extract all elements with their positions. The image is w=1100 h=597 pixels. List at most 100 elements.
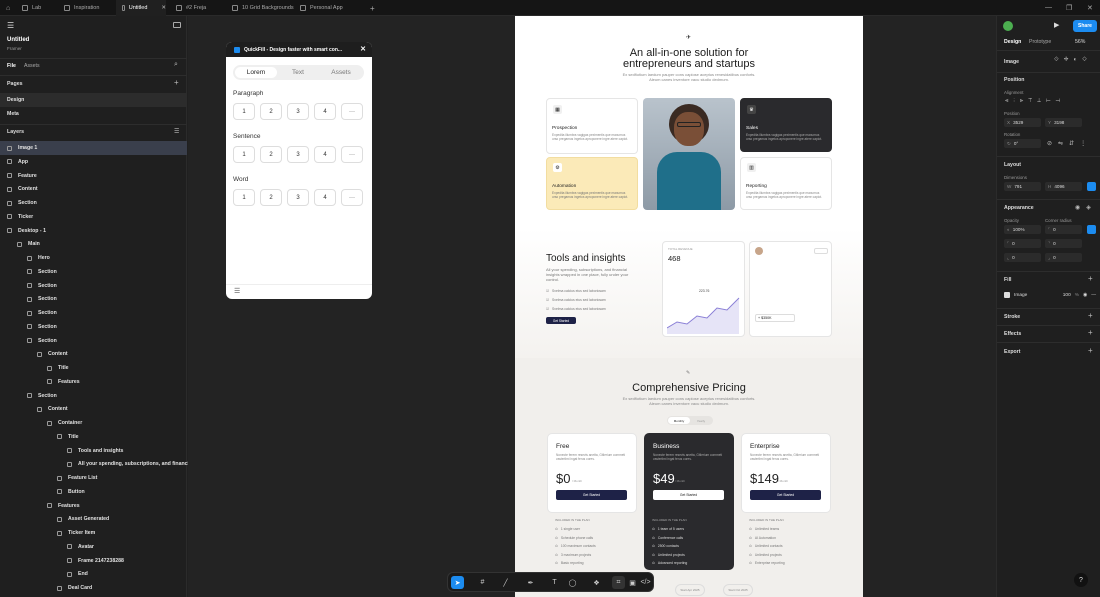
zoom-level[interactable]: 56%: [1075, 39, 1085, 45]
visibility-icons[interactable]: ◉◈: [1075, 204, 1097, 211]
layer-item[interactable]: Feature List: [0, 471, 187, 485]
add-page-icon[interactable]: +: [174, 78, 179, 87]
aspect-lock-icon[interactable]: [1087, 182, 1096, 191]
fill-row[interactable]: Image 100 % ◉ —: [1004, 290, 1096, 300]
fill-option-button[interactable]: 2: [260, 103, 282, 120]
eye-icon[interactable]: ◉: [1083, 293, 1087, 298]
plan-get-started-button[interactable]: Get Started: [750, 490, 821, 500]
fill-option-button[interactable]: 3: [287, 146, 309, 163]
add-fill-icon[interactable]: +: [1088, 274, 1093, 283]
fill-option-button[interactable]: 3: [287, 103, 309, 120]
add-stroke-icon[interactable]: +: [1088, 311, 1093, 320]
comment-tool-icon[interactable]: ◯: [566, 576, 579, 589]
close-tab-icon[interactable]: ✕: [161, 5, 166, 11]
layer-item[interactable]: Hero: [0, 251, 187, 265]
layer-item[interactable]: Button: [0, 485, 187, 499]
layer-item[interactable]: Section: [0, 334, 187, 348]
layer-item[interactable]: Section: [0, 196, 187, 210]
layer-item[interactable]: Content: [0, 347, 187, 361]
close-window-icon[interactable]: ✕: [1087, 4, 1093, 12]
layer-item[interactable]: App: [0, 155, 187, 169]
layers-filter-icon[interactable]: ☰: [174, 128, 179, 135]
tab-untitled[interactable]: Untitled ✕: [116, 0, 166, 16]
text-tool-icon[interactable]: T: [548, 576, 561, 589]
fill-option-button[interactable]: 1: [233, 189, 255, 206]
layer-item[interactable]: All your spending, subscriptions, and fi…: [0, 457, 201, 471]
radius-bottom-left-field[interactable]: ⌞ 0: [1004, 253, 1041, 262]
layer-item[interactable]: Image 1: [0, 141, 187, 155]
opacity-field[interactable]: ◐ 100%: [1004, 225, 1041, 234]
alignment-icons[interactable]: ⫷⫶⫸⊤⊥⊢⊣: [1005, 98, 1065, 105]
tools-get-started-button[interactable]: Get Started: [546, 317, 576, 324]
fill-option-button[interactable]: 4: [314, 103, 336, 120]
sidebar-toggle-icon[interactable]: [173, 22, 181, 28]
layer-item[interactable]: Section: [0, 320, 187, 334]
layer-item[interactable]: Section: [0, 389, 187, 403]
deal-action-button[interactable]: [814, 248, 828, 254]
fill-option-button[interactable]: 2: [260, 146, 282, 163]
segment-assets[interactable]: Assets: [320, 67, 362, 78]
layer-item[interactable]: Features: [0, 499, 187, 513]
layer-item[interactable]: Section: [0, 265, 187, 279]
y-field[interactable]: Y 3198: [1045, 118, 1082, 127]
fill-option-button[interactable]: 1: [233, 146, 255, 163]
remove-fill-icon[interactable]: —: [1091, 293, 1096, 298]
tab-freja[interactable]: #2 Freja: [170, 0, 222, 16]
add-export-icon[interactable]: +: [1088, 346, 1093, 355]
tab-assets[interactable]: Assets: [24, 63, 40, 69]
layer-item[interactable]: Title: [0, 430, 187, 444]
help-button[interactable]: ?: [1074, 573, 1088, 587]
billing-yearly[interactable]: Yearly: [690, 417, 712, 424]
fill-option-button[interactable]: 1: [233, 103, 255, 120]
height-field[interactable]: H 4096: [1045, 182, 1082, 191]
layer-item[interactable]: Tools and insights: [0, 444, 187, 458]
maximize-icon[interactable]: ❐: [1066, 4, 1072, 12]
layer-item[interactable]: Title: [0, 361, 187, 375]
share-button[interactable]: Share: [1073, 20, 1097, 32]
code-tool-icon[interactable]: </>: [639, 576, 652, 589]
home-icon[interactable]: ⌂: [0, 0, 16, 16]
image-tools-icons[interactable]: ⟐✥◐◇: [1054, 57, 1092, 64]
avatar[interactable]: [1003, 21, 1013, 31]
billing-monthly[interactable]: Monthly: [668, 417, 690, 424]
page-item-meta[interactable]: Meta: [0, 107, 187, 121]
fill-option-button[interactable]: ···: [341, 103, 363, 120]
plan-get-started-button[interactable]: Get Started: [653, 490, 724, 500]
layer-item[interactable]: Asset Generated: [0, 512, 187, 526]
tab-lab[interactable]: Lab: [16, 0, 56, 16]
segment-text[interactable]: Text: [277, 67, 319, 78]
tab-inspiration[interactable]: Inspiration: [58, 0, 112, 16]
layer-item[interactable]: End: [0, 567, 187, 581]
layer-item[interactable]: Container: [0, 416, 187, 430]
page-item-design[interactable]: Design: [0, 93, 187, 107]
fill-option-button[interactable]: ···: [341, 146, 363, 163]
new-tab-plus-icon[interactable]: +: [364, 0, 378, 16]
frame-tool-icon[interactable]: #: [476, 576, 489, 589]
layer-item[interactable]: Feature: [0, 169, 187, 183]
radius-top-left-field[interactable]: ⌜ 0: [1004, 239, 1041, 248]
add-effect-icon[interactable]: +: [1088, 328, 1093, 337]
tab-design[interactable]: Design: [1004, 39, 1021, 45]
radius-top-right-field[interactable]: ⌝ 0: [1045, 239, 1082, 248]
rotation-icons[interactable]: ⊘⇋⇵⋮: [1047, 140, 1092, 147]
components-tool-icon[interactable]: ❖: [590, 576, 603, 589]
x-field[interactable]: X 3529: [1004, 118, 1041, 127]
fill-swatch[interactable]: [1004, 292, 1010, 298]
plugin-menu-icon[interactable]: ☰: [234, 287, 240, 295]
layer-item[interactable]: Section: [0, 279, 187, 293]
website-frame[interactable]: ✈ An all-in-one solution for entrepreneu…: [515, 16, 863, 597]
grid-tool-icon[interactable]: ⌗: [612, 576, 625, 589]
minimize-icon[interactable]: —: [1045, 4, 1052, 11]
layout-tool-icon[interactable]: ▣: [626, 576, 639, 589]
pen-tool-icon[interactable]: ✒: [524, 576, 537, 589]
plan-get-started-button[interactable]: Get Started: [556, 490, 627, 500]
independent-corners-icon[interactable]: [1087, 225, 1096, 234]
play-icon[interactable]: ▶: [1054, 21, 1059, 29]
fill-option-button[interactable]: 4: [314, 189, 336, 206]
segment-lorem[interactable]: Lorem: [235, 67, 277, 78]
rotation-field[interactable]: ↻ 0°: [1004, 139, 1041, 148]
fill-option-button[interactable]: 3: [287, 189, 309, 206]
layer-item[interactable]: Features: [0, 375, 187, 389]
layer-item[interactable]: Deal Card: [0, 581, 187, 595]
fill-option-button[interactable]: 4: [314, 146, 336, 163]
